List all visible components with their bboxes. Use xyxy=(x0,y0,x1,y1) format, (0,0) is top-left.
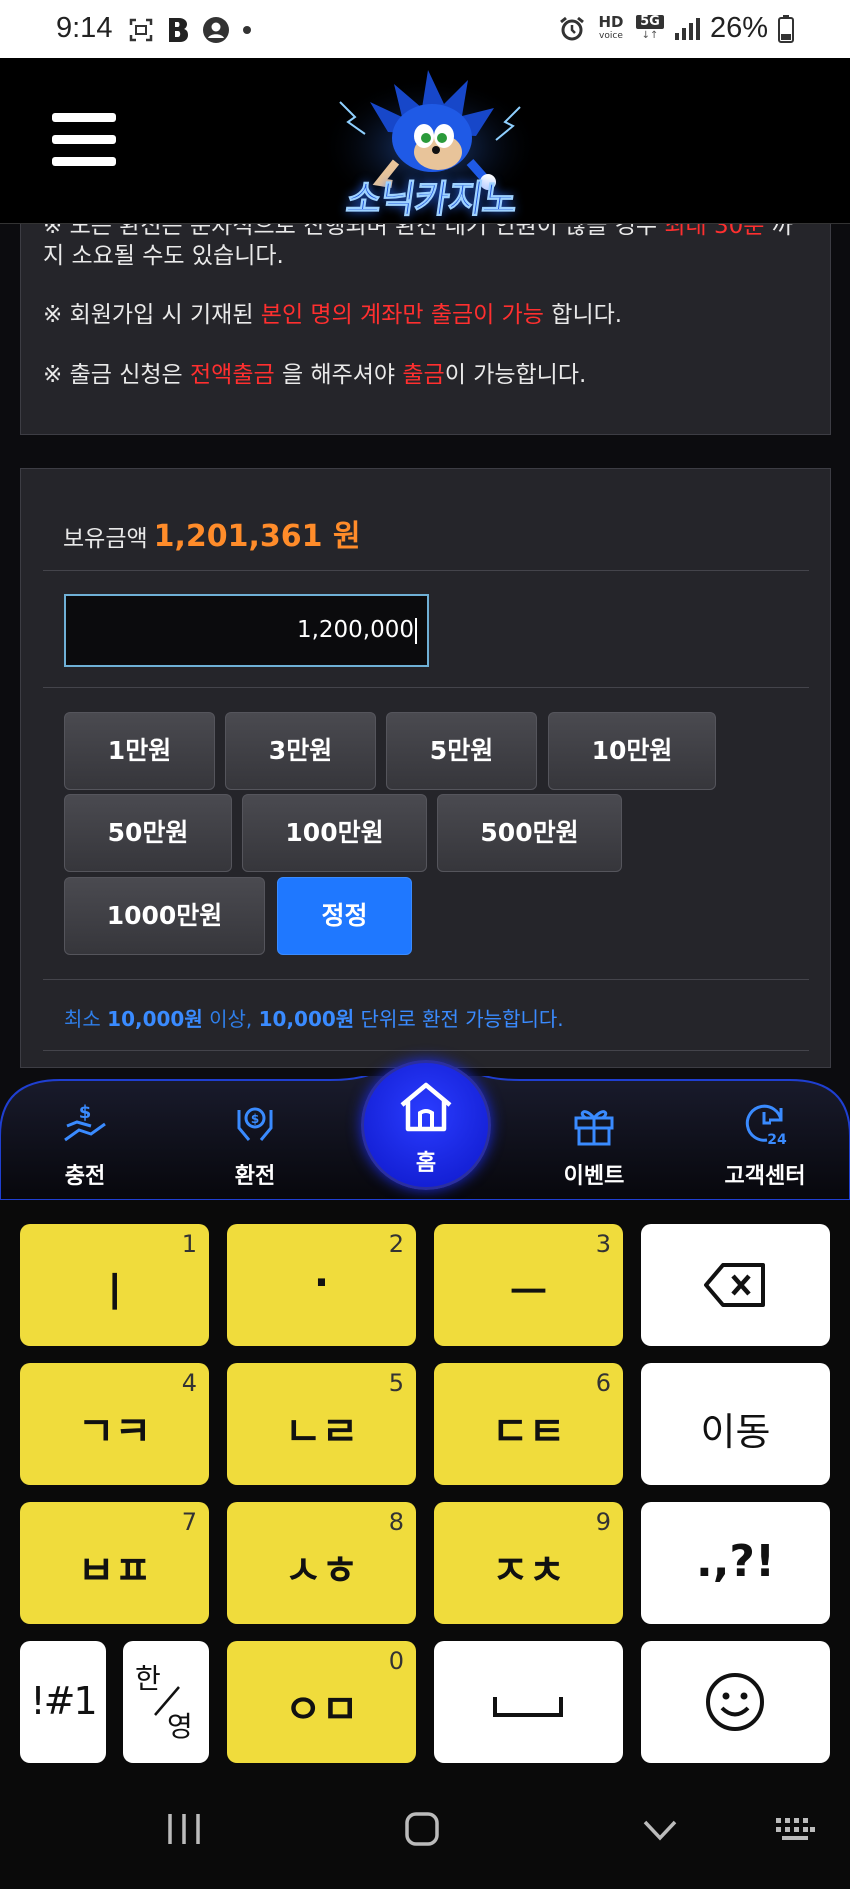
nav-exchange-label: 환전 xyxy=(234,1164,276,1189)
quick-amount-1000000-button[interactable]: 100만원 xyxy=(242,794,427,872)
exchange-hint: 최소 10,000원 이상, 10,000원 단위로 환전 가능합니다. xyxy=(64,1007,564,1031)
key-language-toggle[interactable]: 한 영 xyxy=(123,1641,209,1763)
exchange-icon: $ xyxy=(237,1107,273,1141)
alarm-icon xyxy=(560,16,584,40)
emoji-icon xyxy=(706,1673,764,1731)
quick-amount-100000-button[interactable]: 10만원 xyxy=(548,712,716,790)
site-header: 소닉카지노 xyxy=(0,58,850,224)
key-dot[interactable]: 2 · xyxy=(227,1224,416,1346)
notice-line-3: ※ 회원가입 시 기재된 본인 명의 계좌만 출금이 가능 합니다. xyxy=(43,302,623,328)
site-logo[interactable]: 소닉카지노 xyxy=(310,62,550,222)
screenshot-icon xyxy=(129,18,153,42)
quick-amount-500000-button[interactable]: 50만원 xyxy=(64,794,232,872)
dot-icon xyxy=(243,26,251,34)
status-bar: 9:14 HD voice 5G ↓↑ 26% xyxy=(0,0,850,58)
quick-amount-10000000-button[interactable]: 1000만원 xyxy=(64,877,265,955)
divider xyxy=(43,687,809,688)
network-5g-icon: 5G ↓↑ xyxy=(635,14,664,43)
nav-event-label: 이벤트 xyxy=(563,1164,625,1189)
nav-charge[interactable]: $ 충전 xyxy=(25,1090,145,1190)
recent-apps-icon[interactable] xyxy=(164,1812,204,1846)
battery-icon xyxy=(778,14,794,43)
key-emoji[interactable] xyxy=(641,1641,830,1763)
key-symbols[interactable]: !#1 xyxy=(20,1641,106,1763)
support-24-icon: 24 xyxy=(745,1104,787,1148)
key-g-k[interactable]: 4 ㄱㅋ xyxy=(20,1363,209,1485)
key-b-p[interactable]: 7 ㅂㅍ xyxy=(20,1502,209,1624)
status-notification-icons xyxy=(128,16,252,44)
divider xyxy=(43,1050,809,1051)
svg-text:$: $ xyxy=(251,1112,259,1126)
key-o-m[interactable]: 0 ㅇㅁ xyxy=(227,1641,416,1763)
keyboard-hide-icon[interactable] xyxy=(774,1816,816,1842)
nav-support-label: 고객센터 xyxy=(724,1164,806,1189)
key-move[interactable]: 이동 xyxy=(641,1363,830,1485)
status-system-icons: HD voice 5G ↓↑ 26% xyxy=(558,12,794,45)
quick-amount-10000-button[interactable]: 1만원 xyxy=(64,712,215,790)
nav-support[interactable]: 24 고객센터 xyxy=(705,1090,825,1190)
home-icon xyxy=(400,1082,452,1132)
gift-icon xyxy=(574,1110,614,1146)
balance-row: 보유금액 1,201,361 원 xyxy=(63,511,361,555)
back-chevron-icon[interactable] xyxy=(642,1818,678,1842)
menu-icon[interactable] xyxy=(52,113,116,167)
charge-icon: $ xyxy=(64,1102,106,1142)
nav-exchange[interactable]: $ 환전 xyxy=(195,1090,315,1190)
key-n-r[interactable]: 5 ㄴㄹ xyxy=(227,1363,416,1485)
quick-amount-30000-button[interactable]: 3만원 xyxy=(225,712,376,790)
withdraw-notice-panel: ※ 모든 환전은 순차적으로 진행되며 환전 대기 인원이 많을 경우 최대 3… xyxy=(20,210,831,435)
svg-text:24: 24 xyxy=(767,1132,787,1148)
balance-label: 보유금액 xyxy=(63,526,148,552)
divider xyxy=(43,979,809,980)
svg-text:$: $ xyxy=(79,1102,92,1123)
amount-input-value: 1,200,000 xyxy=(296,617,414,643)
quick-amount-50000-button[interactable]: 5만원 xyxy=(386,712,537,790)
divider xyxy=(43,570,809,571)
quick-amount-5000000-button[interactable]: 500만원 xyxy=(437,794,622,872)
nav-home-button[interactable]: 홈 xyxy=(361,1060,491,1190)
key-j-ch[interactable]: 9 ㅈㅊ xyxy=(434,1502,623,1624)
key-backspace[interactable] xyxy=(641,1224,830,1346)
logo-text: 소닉카지노 xyxy=(343,177,520,222)
home-button-icon[interactable] xyxy=(404,1811,440,1847)
account-icon xyxy=(203,17,229,43)
withdraw-panel: 보유금액 1,201,361 원 1,200,000 1만원 3만원 5만원 10… xyxy=(20,468,831,1068)
battery-percent: 26% xyxy=(709,12,768,44)
nav-charge-label: 충전 xyxy=(64,1164,106,1189)
status-time: 9:14 xyxy=(56,12,113,44)
system-nav-bar xyxy=(0,1770,850,1889)
balance-value: 1,201,361 원 xyxy=(153,519,361,554)
withdraw-amount-input[interactable]: 1,200,000 xyxy=(64,594,429,667)
nav-home-label: 홈 xyxy=(415,1151,437,1176)
notice-line-4: ※ 출금 신청은 전액출금 을 해주셔야 출금이 가능합니다. xyxy=(43,362,587,388)
space-icon xyxy=(493,1697,563,1717)
nav-event[interactable]: 이벤트 xyxy=(534,1090,654,1190)
key-space[interactable] xyxy=(434,1641,623,1763)
reset-button[interactable]: 정정 xyxy=(277,877,412,955)
key-eu[interactable]: 3ㅡ xyxy=(434,1224,623,1346)
onscreen-keyboard: 1ㅣ 2 · 3ㅡ 4 ㄱㅋ 5 ㄴㄹ 6 ㄷㅌ 이동 7 ㅂㅍ 8 ㅅㅎ 9 ㅈㅊ .,?!… xyxy=(0,1200,850,1770)
b-app-icon xyxy=(169,18,188,42)
notice-line-2: 지 소요될 수도 있습니다. xyxy=(43,243,284,269)
hd-voice-icon: HD voice xyxy=(598,12,624,41)
key-i[interactable]: 1ㅣ xyxy=(20,1224,209,1346)
backspace-icon xyxy=(704,1263,765,1307)
key-s-h[interactable]: 8 ㅅㅎ xyxy=(227,1502,416,1624)
key-punctuation[interactable]: .,?! xyxy=(641,1502,830,1624)
key-d-t[interactable]: 6 ㄷㅌ xyxy=(434,1363,623,1485)
signal-icon xyxy=(674,17,700,40)
